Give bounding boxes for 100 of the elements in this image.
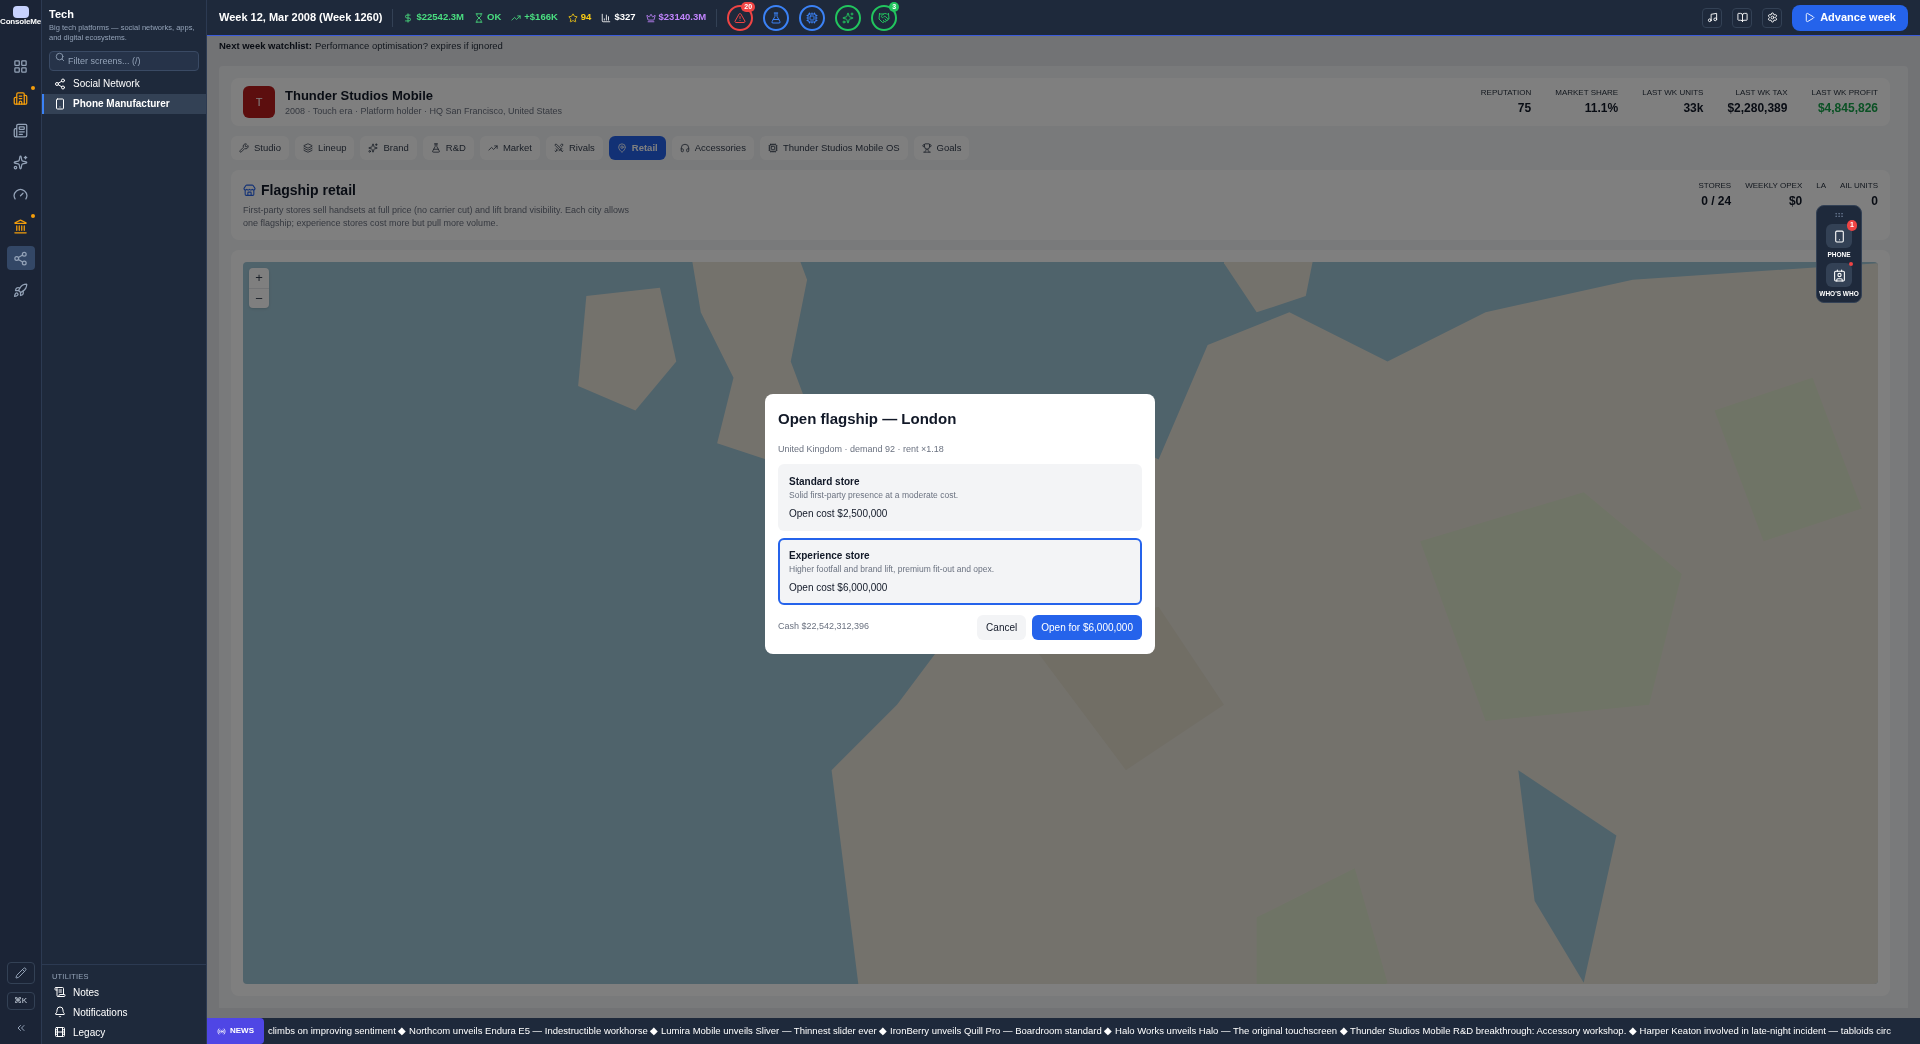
retail-title: Flagship retail [261,181,356,200]
trend-icon [487,143,498,153]
tab[interactable]: Accessories [671,136,754,160]
tab[interactable]: Lineup [294,136,355,160]
news-ticker: climbs on improving sentiment ◆ Northcom unveils Endura E5 — Indestructible workhorse ◆ Lumira Mobile unveils Sliver — Thinnest slider ever ◆ IronBerry unveils Quill Pro — Boardroom standard ◆ Halo Works unveils Halo — The original touchscreen ◆ Thunder Studios Mobile R&D breakthrough: Accessory workshop. ◆ Harper Keaton involved in late-night incident — tabloids circ [267,1023,1891,1038]
settings-icon [1766,12,1778,23]
sparkles-icon [842,11,855,24]
play-icon [1804,12,1816,23]
utility-item[interactable]: Notes [42,982,206,1002]
newspaper-icon [13,122,28,138]
stat-label: MARKET SHARE [1555,87,1619,99]
nav-item[interactable]: Social Network [42,73,206,94]
stat-value: 0 / 24 [1701,193,1732,210]
utility-item[interactable]: Notifications [42,1002,206,1022]
edit-button[interactable] [6,962,35,984]
trend-icon [511,12,522,23]
grid-icon [13,58,28,74]
share-icon [13,250,28,266]
tab[interactable]: R&D [422,136,474,160]
settings-button[interactable] [1762,7,1783,28]
bell-icon [54,1006,66,1018]
stat-value: $22542.3M [416,10,465,25]
stat-value: 75 [1517,100,1532,117]
retail-description: First-party stores sell handsets at full price (no carrier cut) and lift brand visibility. Each city allows one flagship; experience stores cost more but pull more volume. [243,204,630,230]
store-icon [243,184,256,197]
alert-button[interactable] [763,4,790,31]
stat-value: 94 [580,10,592,25]
week-label: Week 12, Mar 2008 (Week 1260) [219,10,383,26]
stat-label: LAST WK UNITS [1642,87,1704,99]
stat-value: 0 [1871,193,1878,210]
tab[interactable]: Rivals [545,136,603,160]
alert-button[interactable] [799,4,826,31]
stat-label: LAST WK TAX [1735,87,1788,99]
zoom-out-button[interactable]: − [249,288,269,308]
star-icon [567,12,578,23]
sparkles-icon [13,154,28,170]
stat-label: LA [1816,180,1827,192]
phone-icon [1832,229,1846,243]
stat-value: 11.1% [1584,100,1619,117]
studio-subtitle: 2008 · Touch era · Platform holder · HQ San Francisco, United States [285,105,562,118]
crown-icon [645,12,656,23]
scroll-icon [54,986,66,998]
stat-value: $2,280,389 [1727,100,1788,117]
dollar-icon [403,12,414,23]
flask-icon [430,143,441,153]
cash-text: Cash $22,542,312,396 [778,620,870,634]
command-button[interactable]: ⌘K [6,992,35,1010]
wrench-icon [239,143,249,153]
grip-icon [1834,210,1844,220]
phone-icon [54,97,66,110]
stat-value: OK [487,10,502,25]
watchlist-text: Performance optimisation? expires if ignored [314,38,503,53]
studio-logo: T [243,86,275,118]
broadcast-icon [217,1026,226,1036]
headphones-icon [679,143,690,153]
gauge-icon [13,186,28,202]
search-icon [55,51,65,62]
alert-button[interactable] [835,4,862,31]
nav-item[interactable]: Phone Manufacturer [42,93,206,114]
chip-icon [767,143,778,153]
store-option[interactable]: Standard store Solid first-party presence at a moderate cost. Open cost $2,500,000 [778,464,1142,531]
stat-value: 33k [1683,100,1704,117]
film-icon [54,1026,66,1038]
tab[interactable]: Goals [913,136,970,160]
pin-icon [616,143,627,153]
stat-value: +$166K [524,10,558,25]
bar-chart-icon [601,12,612,23]
tab[interactable]: Brand [360,136,417,160]
store-option[interactable]: Experience store Higher footfall and brand lift, premium fit-out and opex. Open cost $6,000,000 [778,537,1142,605]
zoom-in-button[interactable]: + [249,268,269,288]
tab[interactable]: Retail [608,136,666,160]
confirm-button[interactable]: Open for $6,000,000 [1032,614,1142,640]
stat-label: LAST WK PROFIT [1811,87,1878,99]
advance-week-button[interactable]: Advance week [1792,4,1908,31]
share-icon [54,77,66,90]
stat-value: $4,845,826 [1817,100,1878,117]
modal-backdrop[interactable] [207,36,1920,1018]
rail-button[interactable] [6,246,35,270]
pencil-icon [14,967,27,979]
sparkles-icon [368,143,379,153]
contact-icon [1832,268,1846,282]
book-icon [1736,12,1748,23]
stat-label: REPUTATION [1480,87,1532,99]
tab[interactable]: Market [479,136,540,160]
bank-icon [13,218,28,234]
layers-icon [302,143,313,153]
hourglass-icon [474,12,485,23]
tab[interactable]: Studio [231,136,289,160]
music-button[interactable] [1702,7,1723,28]
stat-label: WEEKLY OPEX [1745,180,1803,192]
search-field[interactable]: Filter screens... (/) [49,50,199,71]
watchlist-label: Next week watchlist: [219,38,312,53]
warning-icon [734,11,747,24]
book-button[interactable] [1732,7,1753,28]
utility-item[interactable]: Legacy [42,1022,206,1042]
tab[interactable]: Thunder Studios Mobile OS [759,136,908,160]
chip-icon [806,11,819,24]
news-badge: NEWS [207,1018,264,1044]
stat-value: $23140.3M [658,10,707,25]
cancel-button[interactable]: Cancel [977,614,1027,640]
